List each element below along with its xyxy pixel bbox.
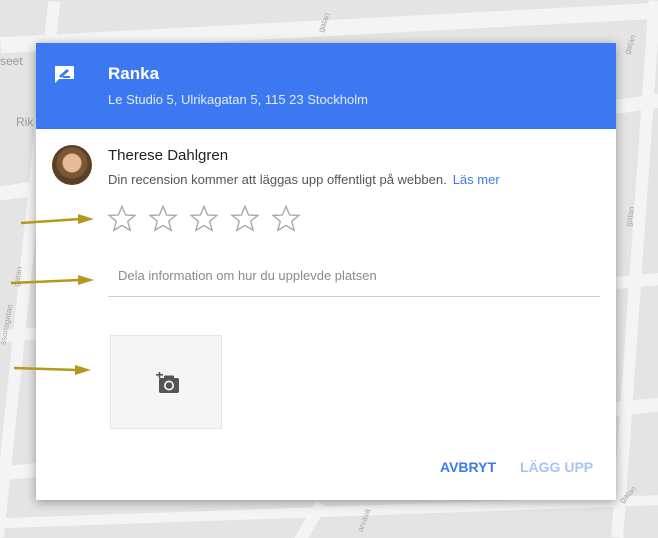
review-dialog: Ranka Le Studio 5, Ulrikagatan 5, 115 23…	[36, 43, 616, 500]
map-road	[611, 0, 658, 538]
star-1-icon[interactable]	[106, 203, 138, 235]
annotation-arrow	[20, 214, 94, 225]
add-photo-icon	[156, 372, 179, 393]
star-2-icon[interactable]	[147, 203, 179, 235]
annotation-arrow	[10, 275, 94, 285]
annotation-arrow	[13, 365, 91, 375]
notice-text: Din recension kommer att läggas upp offe…	[108, 172, 447, 187]
map-label: Rik	[16, 115, 34, 129]
review-text-input[interactable]	[108, 255, 600, 297]
dialog-header: Ranka Le Studio 5, Ulrikagatan 5, 115 23…	[36, 43, 616, 129]
avatar	[52, 145, 92, 185]
public-notice: Din recension kommer att läggas upp offe…	[108, 172, 500, 187]
map-label: seet	[0, 54, 23, 68]
map-label: gatan	[622, 33, 638, 56]
add-photo-button[interactable]	[110, 335, 222, 429]
place-address: Le Studio 5, Ulrikagatan 5, 115 23 Stock…	[108, 92, 368, 107]
rate-review-icon	[55, 66, 74, 83]
user-name: Therese Dahlgren	[108, 147, 229, 164]
star-4-icon[interactable]	[229, 203, 261, 235]
cancel-button[interactable]: AVBRYT	[440, 459, 496, 475]
submit-button[interactable]: LÄGG UPP	[520, 459, 593, 475]
star-5-icon[interactable]	[270, 203, 302, 235]
learn-more-link[interactable]: Läs mer	[453, 172, 500, 187]
dialog-title: Ranka	[108, 64, 160, 83]
star-3-icon[interactable]	[188, 203, 220, 235]
